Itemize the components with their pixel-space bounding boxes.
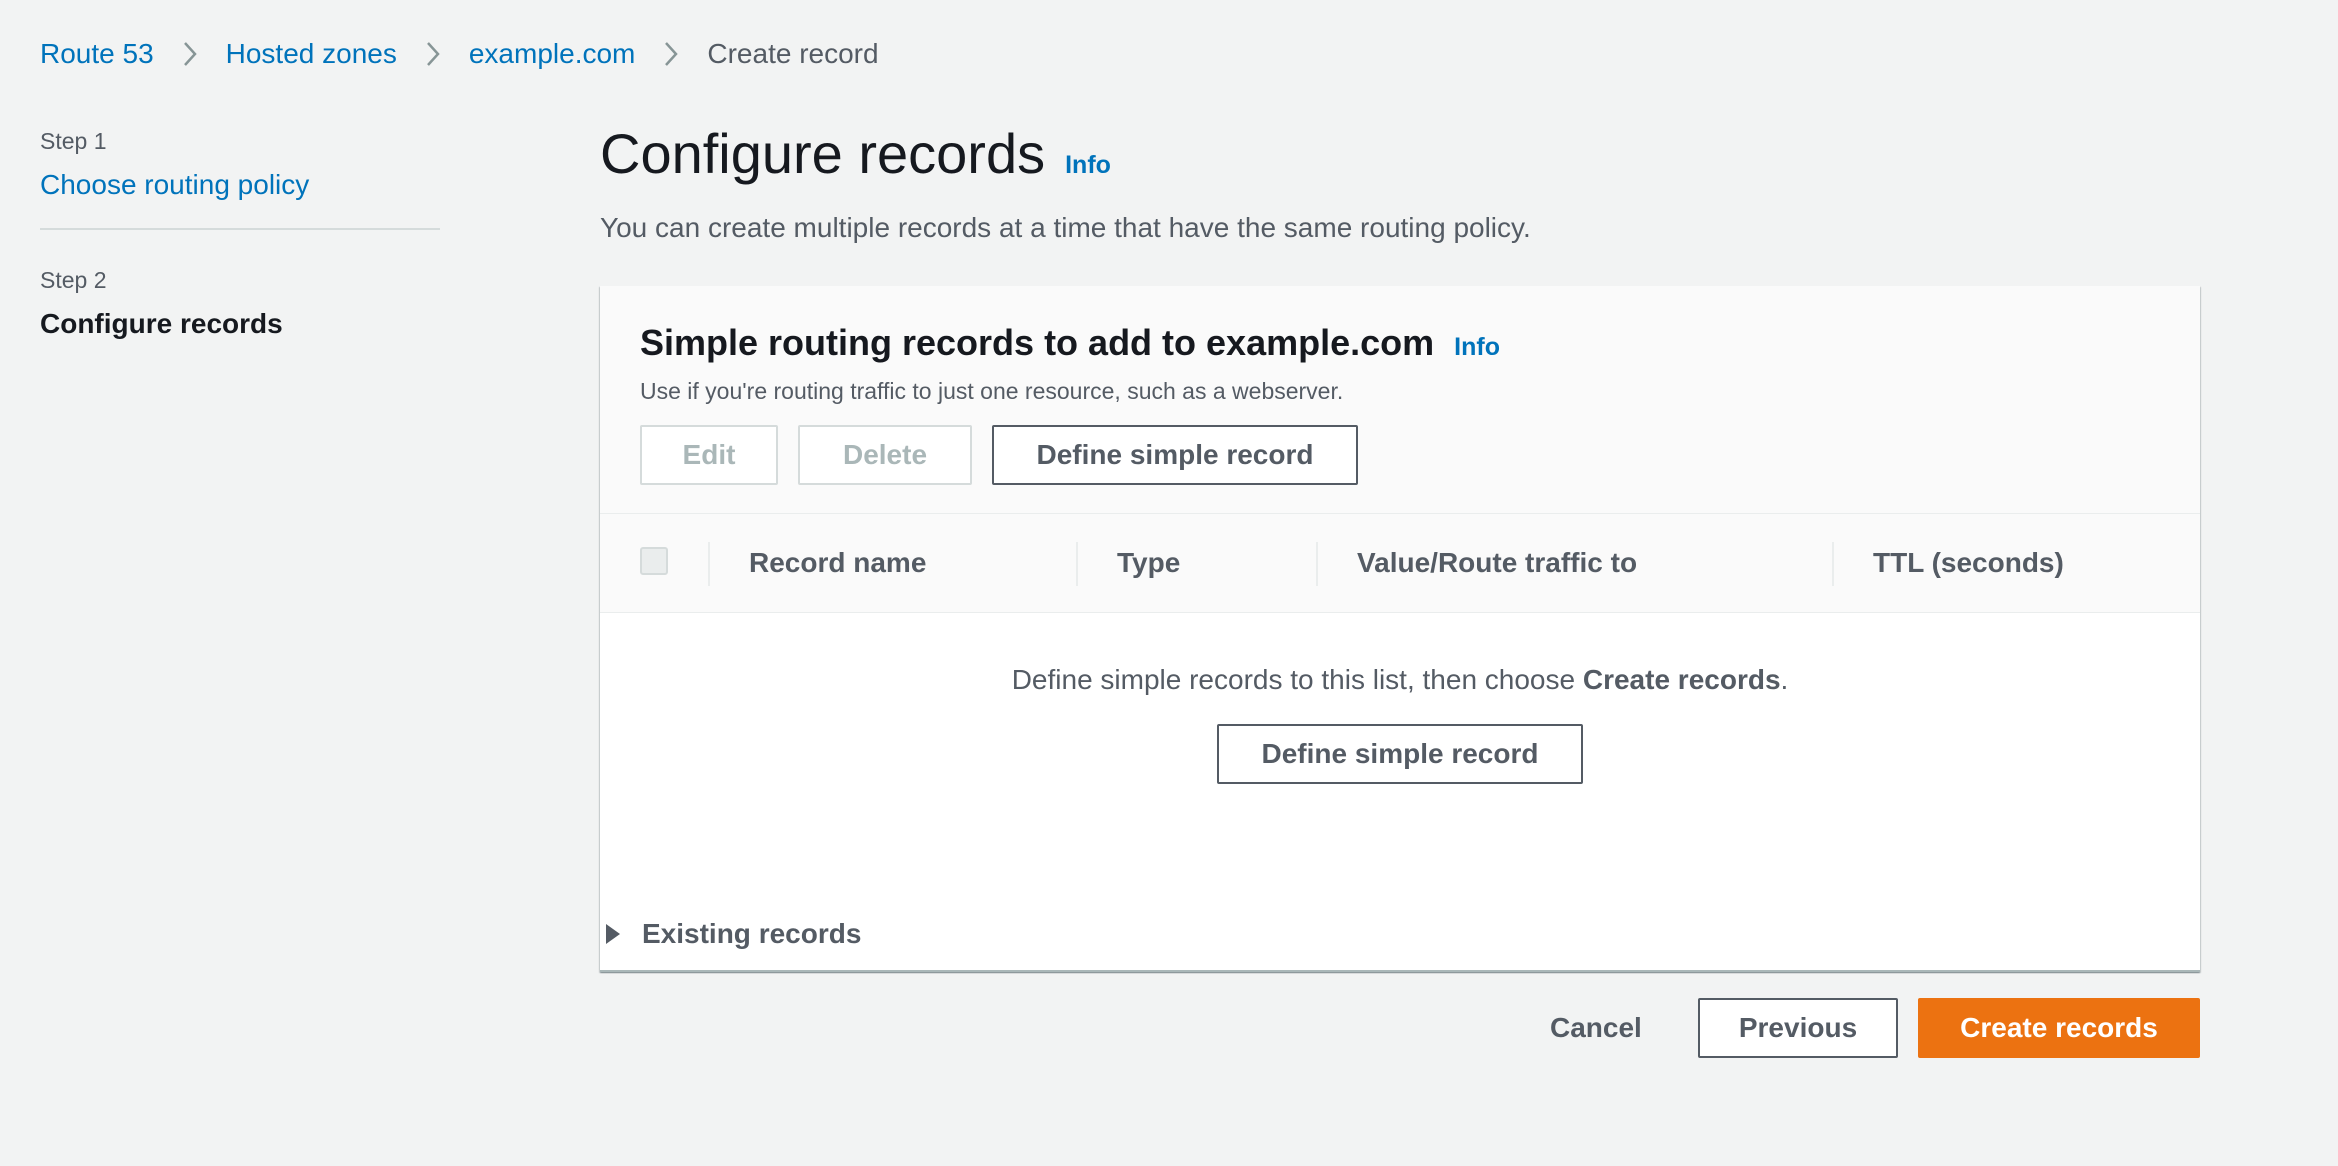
step-1-link[interactable]: Choose routing policy: [40, 169, 440, 201]
panel-header: Simple routing records to add to example…: [600, 286, 2200, 514]
breadcrumb: Route 53 Hosted zones example.com Create…: [40, 34, 879, 74]
panel-title-row: Simple routing records to add to example…: [640, 322, 2160, 364]
wizard-steps: Step 1 Choose routing policy Step 2 Conf…: [40, 128, 440, 340]
panel-title: Simple routing records to add to example…: [640, 322, 1435, 363]
create-records-button[interactable]: Create records: [1918, 998, 2200, 1058]
column-header-value[interactable]: Value/Route traffic to: [1357, 514, 1637, 612]
step-2-label: Step 2: [40, 267, 107, 293]
empty-state-text: Define simple records to this list, then…: [600, 664, 2200, 696]
empty-text-after: .: [1780, 664, 1789, 695]
main-content: Configure records Info You can create mu…: [600, 118, 2200, 1058]
column-divider: [1832, 542, 1834, 586]
breadcrumb-link-example-com[interactable]: example.com: [469, 38, 636, 70]
edit-button[interactable]: Edit: [640, 425, 778, 485]
step-2-title: Configure records: [40, 308, 283, 339]
column-header-record-name[interactable]: Record name: [749, 514, 926, 612]
page-title: Configure records: [600, 122, 1046, 185]
panel-info-link[interactable]: Info: [1454, 333, 1500, 362]
breadcrumb-link-route53[interactable]: Route 53: [40, 38, 154, 70]
step-1: Step 1 Choose routing policy: [40, 128, 440, 201]
column-header-type[interactable]: Type: [1117, 514, 1180, 612]
records-panel: Simple routing records to add to example…: [600, 286, 2200, 972]
table-header: Record name Type Value/Route traffic to …: [600, 514, 2200, 613]
step-divider: [40, 228, 440, 230]
step-1-label: Step 1: [40, 128, 107, 154]
cancel-button[interactable]: Cancel: [1530, 998, 1662, 1058]
column-divider: [1316, 542, 1318, 586]
empty-state: Define simple records to this list, then…: [600, 612, 2200, 784]
existing-records-label: Existing records: [642, 918, 862, 949]
chevron-right-icon: [635, 40, 707, 68]
define-simple-record-empty-button[interactable]: Define simple record: [1217, 724, 1583, 784]
page-info-link[interactable]: Info: [1065, 151, 1111, 180]
column-divider: [1076, 542, 1078, 586]
empty-text-before: Define simple records to this list, then…: [1011, 664, 1583, 695]
page-description: You can create multiple records at a tim…: [600, 212, 1531, 243]
chevron-right-icon: [397, 40, 469, 68]
column-divider: [708, 542, 710, 586]
caret-right-icon: [606, 924, 620, 944]
column-header-ttl[interactable]: TTL (seconds): [1873, 514, 2064, 612]
select-all-checkbox[interactable]: [640, 547, 668, 575]
define-simple-record-button[interactable]: Define simple record: [992, 425, 1358, 485]
panel-actions: Edit Delete Define simple record: [640, 425, 2160, 485]
panel-description: Use if you're routing traffic to just on…: [640, 378, 1344, 404]
footer-actions: Cancel Previous Create records: [600, 998, 2200, 1058]
existing-records-expander[interactable]: Existing records: [600, 918, 861, 950]
chevron-right-icon: [154, 40, 226, 68]
step-2: Step 2 Configure records: [40, 267, 440, 340]
breadcrumb-current: Create record: [707, 38, 879, 69]
empty-text-bold: Create records: [1582, 664, 1781, 695]
previous-button[interactable]: Previous: [1698, 998, 1898, 1058]
page-title-row: Configure records Info: [600, 118, 2200, 190]
breadcrumb-link-hosted-zones[interactable]: Hosted zones: [226, 38, 397, 70]
delete-button[interactable]: Delete: [798, 425, 972, 485]
